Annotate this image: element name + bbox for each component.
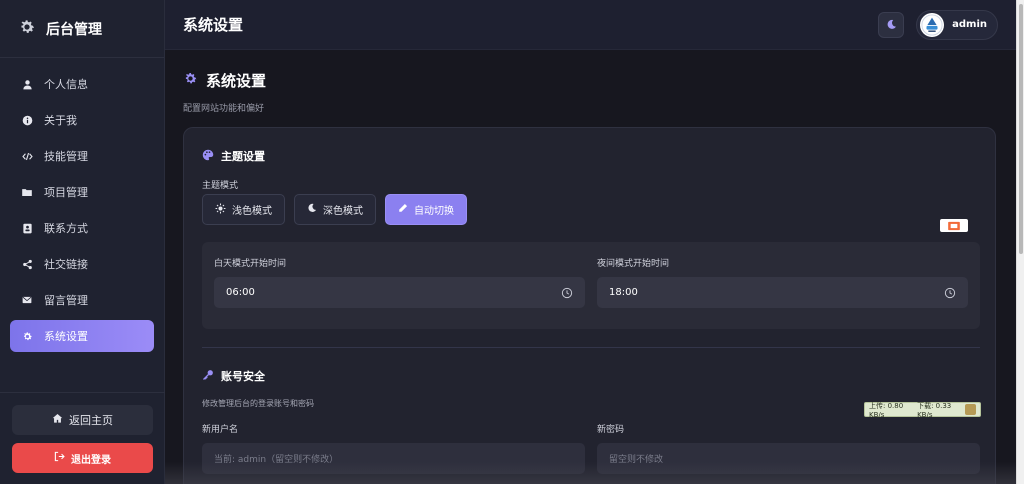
floating-badge[interactable]: [940, 219, 968, 232]
page-subtitle: 配置网站功能和偏好: [183, 104, 265, 114]
clock-icon[interactable]: [944, 287, 956, 299]
logout-icon: [54, 451, 65, 465]
sidebar-item-profile[interactable]: 个人信息: [10, 68, 154, 100]
night-start-group: 夜间模式开始时间 18:00: [597, 256, 968, 308]
home-button-label: 返回主页: [69, 414, 113, 427]
light-mode-button[interactable]: 浅色模式: [202, 194, 285, 225]
sidebar-item-label: 留言管理: [44, 294, 88, 307]
topbar-actions: admin: [878, 9, 998, 40]
sidebar-item-skills[interactable]: 技能管理: [10, 140, 154, 172]
envelope-icon: [20, 293, 34, 307]
key-icon: [202, 369, 214, 384]
night-start-label: 夜间模式开始时间: [597, 259, 670, 269]
info-icon: [20, 113, 34, 127]
scrollbar-thumb[interactable]: [1019, 4, 1023, 254]
sidebar-item-settings[interactable]: 系统设置: [10, 320, 154, 352]
page-header: 系统设置 配置网站功能和偏好: [165, 50, 1016, 114]
username-placeholder: 当前: admin（留空则不修改）: [214, 455, 339, 465]
folder-icon: [20, 185, 34, 199]
password-input[interactable]: 留空则不修改: [597, 443, 980, 474]
account-section-title: 账号安全: [202, 368, 265, 384]
sidebar-item-label: 技能管理: [44, 150, 88, 163]
widget-thumbnail: [965, 404, 976, 415]
sidebar-item-label: 项目管理: [44, 186, 88, 199]
day-start-label: 白天模式开始时间: [214, 259, 287, 269]
sidebar-item-label: 个人信息: [44, 78, 88, 91]
mode-label: 自动切换: [414, 206, 454, 217]
theme-mode-options: 浅色模式 深色模式 自动切换: [202, 194, 467, 225]
contact-card-icon: [20, 221, 34, 235]
password-group: 新密码 留空则不修改: [597, 422, 980, 474]
moon-icon: [307, 203, 317, 216]
username-group: 新用户名 当前: admin（留空则不修改）: [202, 422, 585, 474]
sidebar-item-label: 联系方式: [44, 222, 88, 235]
theme-section-title: 主题设置: [202, 148, 265, 164]
sidebar-item-social[interactable]: 社交链接: [10, 248, 154, 280]
password-label: 新密码: [597, 425, 625, 435]
section-title-text: 主题设置: [221, 150, 265, 163]
pencil-icon: [398, 203, 408, 216]
clock-icon[interactable]: [561, 287, 573, 299]
dark-mode-button[interactable]: 深色模式: [294, 194, 376, 225]
download-speed: 下载: 0.33 KB/s: [917, 401, 952, 419]
gear-icon: [18, 18, 36, 40]
topbar: 系统设置 admin: [165, 0, 1016, 50]
moon-icon: [886, 15, 897, 34]
home-button[interactable]: 返回主页: [12, 405, 153, 435]
home-icon: [52, 413, 63, 427]
theme-toggle-button[interactable]: [878, 11, 905, 38]
logout-button-label: 退出登录: [71, 454, 111, 466]
gear-icon: [183, 71, 198, 90]
page-scrollbar[interactable]: [1016, 0, 1024, 484]
badge-icon: [947, 216, 961, 235]
user-name: admin: [952, 19, 987, 30]
sidebar-footer: 返回主页 退出登录: [0, 392, 165, 484]
sun-icon: [215, 203, 226, 217]
theme-mode-label: 主题模式: [202, 181, 239, 191]
sidebar-item-messages[interactable]: 留言管理: [10, 284, 154, 316]
mode-label: 浅色模式: [232, 206, 272, 217]
network-speed-widget: 上传: 0.80 KB/s 下载: 0.33 KB/s: [864, 401, 981, 419]
day-start-input[interactable]: 06:00: [214, 277, 585, 308]
section-divider: [202, 347, 980, 348]
sidebar-nav: 个人信息 关于我 技能管理 项目管理 联系方式 社交链接 留言管理 系统设置: [0, 58, 164, 352]
logout-button[interactable]: 退出登录: [12, 443, 153, 473]
sidebar-item-label: 社交链接: [44, 258, 88, 271]
share-icon: [20, 257, 34, 271]
gear-icon: [20, 329, 34, 343]
sidebar-item-label: 关于我: [44, 114, 77, 127]
night-start-value: 18:00: [609, 287, 638, 298]
sidebar-item-about[interactable]: 关于我: [10, 104, 154, 136]
user-icon: [20, 77, 34, 91]
auto-switch-times: 白天模式开始时间 06:00 夜间模式开始时间 18:00: [202, 242, 980, 329]
night-start-input[interactable]: 18:00: [597, 277, 968, 308]
day-start-group: 白天模式开始时间 06:00: [214, 256, 585, 308]
auto-mode-button[interactable]: 自动切换: [385, 194, 467, 225]
brand-title: 后台管理: [46, 21, 102, 38]
username-label: 新用户名: [202, 425, 239, 435]
password-placeholder: 留空则不修改: [609, 455, 664, 465]
mode-label: 深色模式: [323, 206, 363, 217]
brand: 后台管理: [0, 0, 164, 58]
sidebar: 后台管理 个人信息 关于我 技能管理 项目管理 联系方式 社交链接 留言管理 系…: [0, 0, 165, 484]
avatar: [920, 12, 945, 37]
sidebar-item-label: 系统设置: [44, 330, 88, 343]
page-title: 系统设置: [206, 72, 267, 90]
palette-icon: [202, 149, 214, 164]
topbar-title: 系统设置: [183, 16, 244, 34]
page-title-row: 系统设置: [183, 70, 998, 91]
upload-speed: 上传: 0.80 KB/s: [869, 401, 904, 419]
account-section-subtitle: 修改管理后台的登录账号和密码: [202, 399, 314, 408]
section-title-text: 账号安全: [221, 370, 265, 383]
day-start-value: 06:00: [226, 287, 255, 298]
user-menu[interactable]: admin: [916, 9, 998, 40]
code-icon: [20, 149, 34, 163]
sidebar-item-projects[interactable]: 项目管理: [10, 176, 154, 208]
username-input[interactable]: 当前: admin（留空则不修改）: [202, 443, 585, 474]
sidebar-item-contact[interactable]: 联系方式: [10, 212, 154, 244]
settings-card: 主题设置 主题模式 浅色模式 深色模式 自动切换 白天模式开始时间 06:00 …: [183, 127, 996, 484]
